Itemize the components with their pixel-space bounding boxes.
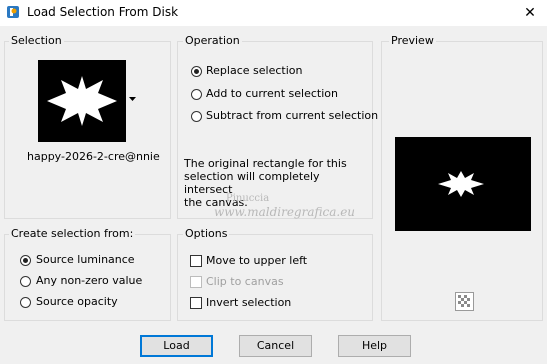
radio-replace-selection[interactable] xyxy=(191,66,202,77)
radio-replace-selection-label[interactable]: Replace selection xyxy=(206,64,302,77)
checkbox-invert-selection[interactable] xyxy=(190,297,202,309)
operation-description: The original rectangle for this selectio… xyxy=(184,157,347,209)
operation-group-title: Operation xyxy=(183,34,242,47)
help-button[interactable]: Help xyxy=(338,335,411,357)
title-bar: Load Selection From Disk ✕ xyxy=(0,0,547,26)
cancel-button[interactable]: Cancel xyxy=(239,335,312,357)
preview-shape-image xyxy=(438,171,484,197)
options-group-title: Options xyxy=(183,227,230,240)
create-selection-group-title: Create selection from: xyxy=(9,227,136,240)
checkbox-invert-selection-label[interactable]: Invert selection xyxy=(206,296,291,309)
watermark-line2: www.maldiregrafica.eu xyxy=(214,205,356,219)
window-title: Load Selection From Disk xyxy=(27,5,179,19)
radio-source-luminance-label[interactable]: Source luminance xyxy=(36,253,135,266)
checkbox-clip-to-canvas[interactable] xyxy=(190,276,202,288)
app-logo-icon xyxy=(7,6,19,18)
radio-subtract-selection-label[interactable]: Subtract from current selection xyxy=(206,109,378,122)
selection-file-name: happy-2026-2-cre@nnie xyxy=(27,150,160,163)
radio-non-zero-value-label[interactable]: Any non-zero value xyxy=(36,274,142,287)
close-icon[interactable]: ✕ xyxy=(520,3,540,23)
radio-source-opacity-label[interactable]: Source opacity xyxy=(36,295,118,308)
checkbox-move-upper-left[interactable] xyxy=(190,255,202,267)
radio-source-luminance[interactable] xyxy=(20,255,31,266)
load-button[interactable]: Load xyxy=(140,335,213,357)
radio-add-selection[interactable] xyxy=(191,89,202,100)
selection-group-title: Selection xyxy=(9,34,64,47)
radio-add-selection-label[interactable]: Add to current selection xyxy=(206,87,338,100)
dropdown-arrow-icon[interactable] xyxy=(129,97,136,102)
watermark-line1: Pinuccia xyxy=(226,193,270,204)
preview-group-title: Preview xyxy=(389,34,436,47)
radio-non-zero-value[interactable] xyxy=(20,276,31,287)
selection-thumbnail[interactable] xyxy=(38,60,126,142)
radio-subtract-selection[interactable] xyxy=(191,111,202,122)
checkbox-move-upper-left-label[interactable]: Move to upper left xyxy=(206,254,307,267)
checkbox-clip-to-canvas-label[interactable]: Clip to canvas xyxy=(206,275,284,288)
preview-canvas xyxy=(395,137,531,231)
checkerboard-icon[interactable] xyxy=(455,292,474,311)
selection-shape-image xyxy=(47,76,117,126)
radio-source-opacity[interactable] xyxy=(20,297,31,308)
